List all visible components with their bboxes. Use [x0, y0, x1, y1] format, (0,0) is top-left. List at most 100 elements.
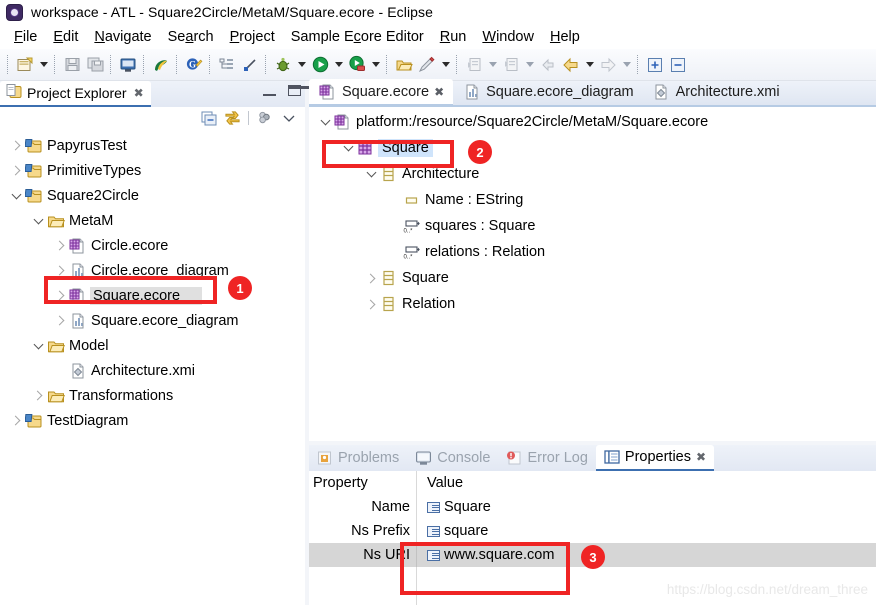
pencil-icon[interactable] — [416, 54, 438, 76]
run-dropdown-arrow[interactable] — [332, 54, 345, 76]
tree-twisty-collapsed-icon[interactable] — [363, 266, 379, 291]
outline-icon[interactable] — [216, 54, 238, 76]
next-annotation-dropdown-arrow[interactable] — [523, 54, 536, 76]
property-value-text: Square — [444, 499, 491, 515]
collapse-all-icon[interactable] — [200, 110, 217, 127]
save-all-icon[interactable] — [84, 54, 106, 76]
forward-dropdown-arrow[interactable] — [620, 54, 633, 76]
tree-twisty-collapsed-icon[interactable] — [8, 133, 24, 158]
bottom-tab-error-log[interactable]: Error Log — [498, 445, 595, 471]
ecore-tree-item[interactable]: Name : EString — [309, 187, 876, 213]
bottom-tab-console[interactable]: Console — [407, 445, 498, 471]
project-tree-item[interactable]: Square2Circle — [0, 183, 305, 208]
next-annotation-icon[interactable] — [500, 54, 522, 76]
tree-twisty-expanded-icon[interactable] — [317, 110, 333, 135]
link-editor-icon[interactable] — [239, 54, 261, 76]
project-explorer-tree[interactable]: PapyrusTest PrimitiveTypes Square2Circle Me… — [0, 130, 305, 605]
bottom-tab-problems[interactable]: Problems — [309, 445, 407, 471]
project-tree-item[interactable]: PrimitiveTypes — [0, 158, 305, 183]
editor-tab-architecture-xmi[interactable]: Architecture.xmi — [643, 79, 789, 105]
tree-twisty-collapsed-icon[interactable] — [363, 292, 379, 317]
pencil-dropdown-arrow[interactable] — [439, 54, 452, 76]
ecore-tree-item[interactable]: Relation — [309, 291, 876, 317]
view-chevron-icon[interactable] — [280, 110, 297, 127]
menu-navigate[interactable]: Navigate — [86, 27, 159, 47]
tree-twisty-expanded-icon[interactable] — [30, 333, 46, 358]
ecore-tree-item[interactable]: platform:/resource/Square2Circle/MetaM/S… — [309, 109, 876, 135]
project-tree-item[interactable]: Transformations — [0, 383, 305, 408]
collapse-all-icon[interactable] — [667, 54, 689, 76]
project-tree-item[interactable]: Circle.ecore_diagram — [0, 258, 305, 283]
tree-twisty-expanded-icon[interactable] — [30, 208, 46, 233]
google-search-icon[interactable]: G — [183, 54, 205, 76]
atl-icon[interactable] — [150, 54, 172, 76]
editor-tab-square-ecore[interactable]: Square.ecore ✖ — [309, 79, 454, 105]
tree-twisty-collapsed-icon[interactable] — [8, 408, 24, 433]
print-icon[interactable] — [117, 54, 139, 76]
project-tree-item[interactable]: Circle.ecore — [0, 233, 305, 258]
tab-project-explorer[interactable]: Project Explorer ✖ — [0, 81, 151, 107]
property-value-cell[interactable]: www.square.com — [417, 543, 876, 567]
tree-twisty-collapsed-icon[interactable] — [52, 283, 68, 308]
menu-project[interactable]: Project — [222, 27, 283, 47]
tree-twisty-collapsed-icon[interactable] — [52, 233, 68, 258]
previous-annotation-dropdown-arrow[interactable] — [486, 54, 499, 76]
minimize-icon[interactable] — [263, 85, 276, 96]
menu-run[interactable]: Run — [432, 27, 475, 47]
project-tree-item[interactable]: MetaM — [0, 208, 305, 233]
new-wizard-dropdown-arrow[interactable] — [37, 54, 50, 76]
bottom-tab-properties[interactable]: Properties ✖ — [595, 445, 715, 471]
tree-twisty-collapsed-icon[interactable] — [30, 383, 46, 408]
ecore-tree-item[interactable]: Square — [309, 135, 876, 161]
previous-annotation-icon[interactable] — [463, 54, 485, 76]
tree-twisty-expanded-icon[interactable] — [363, 162, 379, 187]
back-dropdown-arrow[interactable] — [583, 54, 596, 76]
run-external-tools-icon[interactable] — [346, 54, 368, 76]
close-icon[interactable]: ✖ — [434, 85, 444, 99]
save-icon[interactable] — [61, 54, 83, 76]
property-value-cell[interactable]: Square — [417, 495, 876, 519]
expand-all-icon[interactable] — [644, 54, 666, 76]
project-tree-item[interactable]: PapyrusTest — [0, 133, 305, 158]
ecore-tree-item[interactable]: 0..* relations : Relation — [309, 239, 876, 265]
tree-twisty-collapsed-icon[interactable] — [8, 158, 24, 183]
close-icon[interactable]: ✖ — [696, 450, 706, 464]
open-resource-icon[interactable] — [393, 54, 415, 76]
project-tree-item[interactable]: TestDiagram — [0, 408, 305, 433]
ecore-tree-item[interactable]: 0..* squares : Square — [309, 213, 876, 239]
project-tree-item[interactable]: Model — [0, 333, 305, 358]
ecore-editor-tree[interactable]: platform:/resource/Square2Circle/MetaM/S… — [309, 107, 876, 441]
tree-twisty-expanded-icon[interactable] — [340, 136, 356, 161]
run-external-dropdown-arrow[interactable] — [369, 54, 382, 76]
debug-dropdown-arrow[interactable] — [295, 54, 308, 76]
back-small-icon[interactable] — [537, 54, 559, 76]
project-tree-item[interactable]: Square.ecore_diagram — [0, 308, 305, 333]
tree-twisty-expanded-icon[interactable] — [8, 183, 24, 208]
menu-file[interactable]: File — [6, 27, 45, 47]
property-value-cell[interactable]: square — [417, 519, 876, 543]
view-menu-icon[interactable] — [256, 110, 273, 127]
menu-sample-ecore-editor[interactable]: Sample Ecore Editor — [283, 27, 432, 47]
ecore-tree-item[interactable]: Architecture — [309, 161, 876, 187]
menu-window[interactable]: Window — [474, 27, 542, 47]
ecore-tree-item-label: relations : Relation — [425, 244, 546, 260]
maximize-icon[interactable] — [288, 85, 301, 96]
ecore-tree-item[interactable]: Square — [309, 265, 876, 291]
menu-help[interactable]: Help — [542, 27, 588, 47]
back-icon[interactable] — [560, 54, 582, 76]
project-tree-item[interactable]: Architecture.xmi — [0, 358, 305, 383]
tree-twisty-collapsed-icon[interactable] — [52, 258, 68, 283]
link-with-editor-icon[interactable] — [224, 110, 241, 127]
properties-row[interactable]: Ns Prefix square — [309, 519, 876, 543]
editor-tab-square-ecore-diagram[interactable]: Square.ecore_diagram — [453, 79, 643, 105]
run-icon[interactable] — [309, 54, 331, 76]
menu-edit[interactable]: Edit — [45, 27, 86, 47]
close-icon[interactable]: ✖ — [134, 86, 144, 100]
properties-row[interactable]: Name Square — [309, 495, 876, 519]
forward-icon[interactable] — [597, 54, 619, 76]
menu-search[interactable]: Search — [160, 27, 222, 47]
project-tree-item[interactable]: Square.ecore — [0, 283, 305, 308]
debug-icon[interactable] — [272, 54, 294, 76]
tree-twisty-collapsed-icon[interactable] — [52, 308, 68, 333]
new-wizard-icon[interactable] — [14, 54, 36, 76]
